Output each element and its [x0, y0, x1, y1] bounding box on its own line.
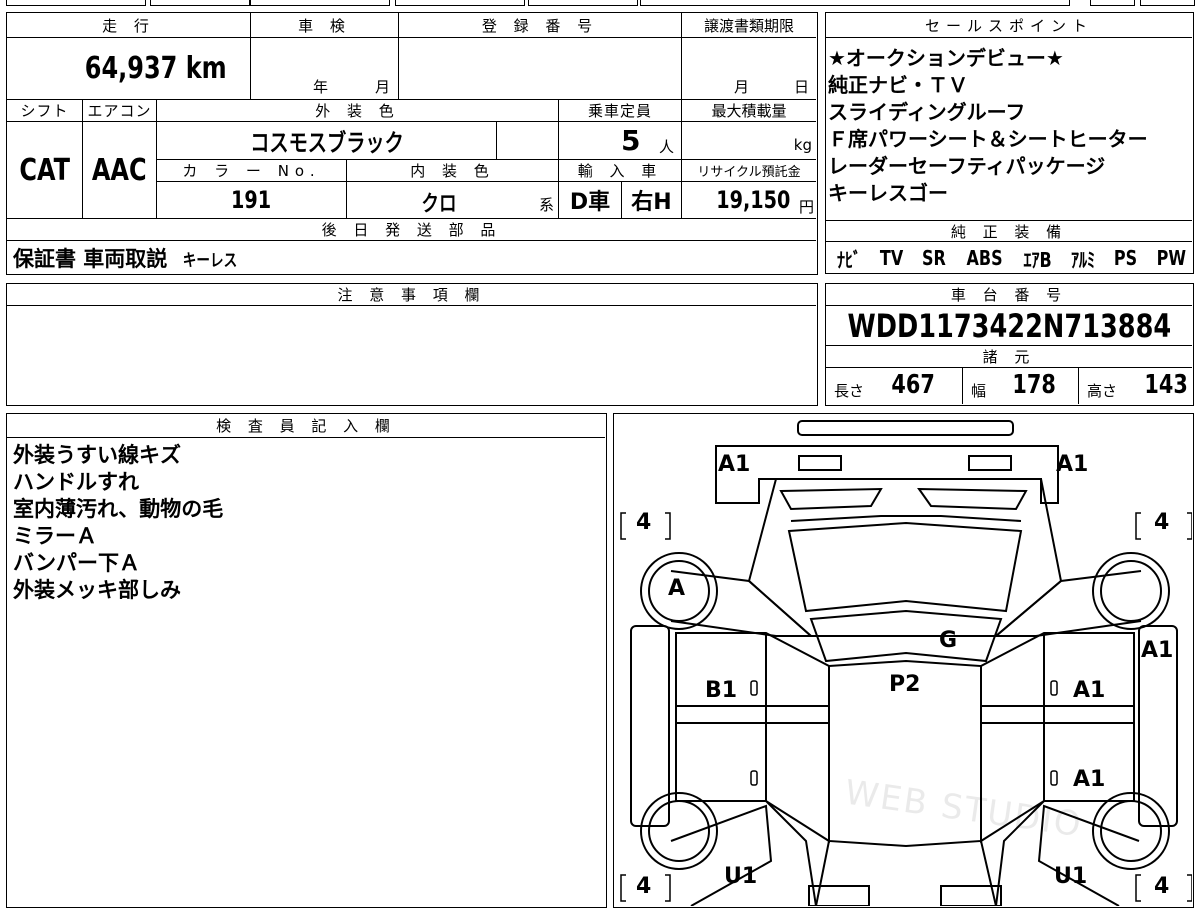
inspection-value: 年 月: [250, 38, 398, 100]
color-no-header: カ ラ ー No.: [156, 160, 346, 182]
mileage-value: 64,937 km: [7, 38, 250, 100]
inspector-line: 外装メッキ部しみ: [13, 578, 181, 602]
sales-point-line: レーダーセーフティパッケージ: [828, 154, 1106, 178]
capacity-header: 乗車定員: [558, 100, 681, 122]
ac-value: AAC: [82, 122, 156, 219]
specs-header: 諸 元: [826, 346, 1192, 368]
max-load-header: 最大積載量: [681, 100, 816, 122]
exterior-extra-cell: [496, 122, 558, 160]
label-tire-fr: 4: [1154, 510, 1170, 535]
label-left-front-door: B1: [705, 678, 738, 703]
registration-header: 登 録 番 号: [398, 13, 681, 38]
spec-height: 高さ 143: [1078, 368, 1192, 404]
vehicle-info-table: 走 行 車 検 登 録 番 号 譲渡書類期限 64,937 km 年 月 月 日…: [6, 12, 818, 275]
car-diagram: [620, 420, 1192, 906]
label-tire-fl: 4: [636, 510, 652, 535]
mileage-header: 走 行: [7, 13, 250, 38]
interior-color-value: クロ 系: [346, 182, 558, 219]
inspection-header: 車 検: [250, 13, 398, 38]
steering-value: 右H: [621, 182, 681, 219]
chassis-header: 車 台 番 号: [826, 284, 1192, 306]
sales-point-line: ★オークションデビュー★: [828, 46, 1064, 70]
label-right-front-door: A1: [1073, 678, 1106, 703]
inspector-panel: 検 査 員 記 入 欄 外装うすい線キズ ハンドルすれ 室内薄汚れ、動物の毛 ミ…: [6, 413, 607, 908]
label-hood: G: [939, 628, 958, 653]
inspector-line: ハンドルすれ: [13, 470, 139, 494]
inspector-line: ミラーＡ: [13, 524, 97, 548]
equipment-item: ABS: [966, 246, 1003, 270]
recycle-header: リサイクル預託金: [681, 160, 816, 182]
label-right-fender: A1: [1141, 638, 1174, 663]
spec-length: 長さ 467: [834, 370, 935, 400]
top-strip: [0, 0, 1200, 8]
inspector-line: バンパー下Ａ: [13, 551, 141, 575]
label-front-left: A1: [718, 452, 751, 477]
transfer-deadline-value: 月 日: [681, 38, 816, 100]
equipment-item: PS: [1114, 246, 1138, 270]
notes-panel: 注 意 事 項 欄: [6, 283, 818, 406]
equipment-header: 純 正 装 備: [826, 220, 1192, 242]
equipment-item: ｱﾙﾐ: [1071, 247, 1096, 272]
sales-point-header: セールスポイント: [826, 13, 1192, 38]
exterior-color-header: 外 装 色: [156, 100, 558, 122]
label-right-rear-door: A1: [1073, 767, 1106, 792]
equipment-item: TV: [879, 246, 904, 270]
inspector-notes: 外装うすい線キズ ハンドルすれ 室内薄汚れ、動物の毛 ミラーＡ バンパー下Ａ 外…: [13, 442, 593, 604]
label-tire-rl: 4: [636, 874, 652, 899]
capacity-value: 5 人: [558, 122, 681, 160]
interior-color-header: 内 装 色: [346, 160, 558, 182]
label-roof: P2: [889, 672, 921, 697]
shift-header: シフト: [7, 100, 82, 122]
label-tire-rr: 4: [1154, 874, 1170, 899]
car-diagram-panel: A1 A1 4 4 A G A1 P2 B1 A1 A1 U1 U1 4 4 W…: [613, 413, 1194, 908]
max-load-value: kg: [681, 122, 816, 160]
later-parts-header: 後 日 発 送 部 品: [7, 219, 816, 241]
ac-header: エアコン: [82, 100, 156, 122]
equipment-item: PW: [1156, 246, 1187, 270]
shift-value: CAT: [7, 122, 82, 219]
import-header: 輸 入 車: [558, 160, 681, 182]
label-rear-right: U1: [1054, 864, 1088, 889]
label-wheel-fl: A: [668, 576, 686, 601]
exterior-color-value: コスモスブラック: [156, 122, 496, 160]
sales-point-line: 純正ナビ・ＴＶ: [828, 73, 968, 97]
transfer-deadline-header: 譲渡書類期限: [681, 13, 816, 38]
import-dealer-value: D車: [558, 182, 621, 219]
label-front-right: A1: [1056, 452, 1089, 477]
sales-point-line: Ｆ席パワーシート＆シートヒーター: [828, 127, 1148, 151]
equipment-list: ﾅﾋﾞ TV SR ABS ｴｱB ｱﾙﾐ PS PW: [834, 244, 1190, 272]
sales-point-line: スライディングルーフ: [828, 100, 1026, 124]
equipment-item: ｴｱB: [1023, 247, 1052, 272]
later-parts-value: 保証書 車両取説 キーレス: [13, 247, 238, 271]
notes-header: 注 意 事 項 欄: [7, 284, 816, 306]
inspector-header: 検 査 員 記 入 欄: [7, 414, 605, 438]
spec-width: 幅 178: [962, 368, 1078, 404]
equipment-item: SR: [922, 246, 946, 270]
recycle-value: 19,150 円: [681, 182, 816, 219]
chassis-number: WDD1173422N713884: [826, 306, 1192, 346]
chassis-panel: 車 台 番 号 WDD1173422N713884 諸 元 長さ 467 幅 1…: [825, 283, 1194, 406]
inspector-line: 外装うすい線キズ: [13, 443, 181, 467]
color-no-value: 191: [156, 182, 346, 219]
sales-point-panel: セールスポイント ★オークションデビュー★ 純正ナビ・ＴＶ スライディングルーフ…: [825, 12, 1194, 274]
equipment-item: ﾅﾋﾞ: [837, 247, 861, 272]
label-rear-left: U1: [724, 864, 758, 889]
registration-value: [398, 38, 681, 100]
sales-point-line: キーレスゴー: [828, 181, 948, 205]
inspector-line: 室内薄汚れ、動物の毛: [13, 497, 224, 521]
sales-point-list: ★オークションデビュー★ 純正ナビ・ＴＶ スライディングルーフ Ｆ席パワーシート…: [828, 45, 1190, 207]
